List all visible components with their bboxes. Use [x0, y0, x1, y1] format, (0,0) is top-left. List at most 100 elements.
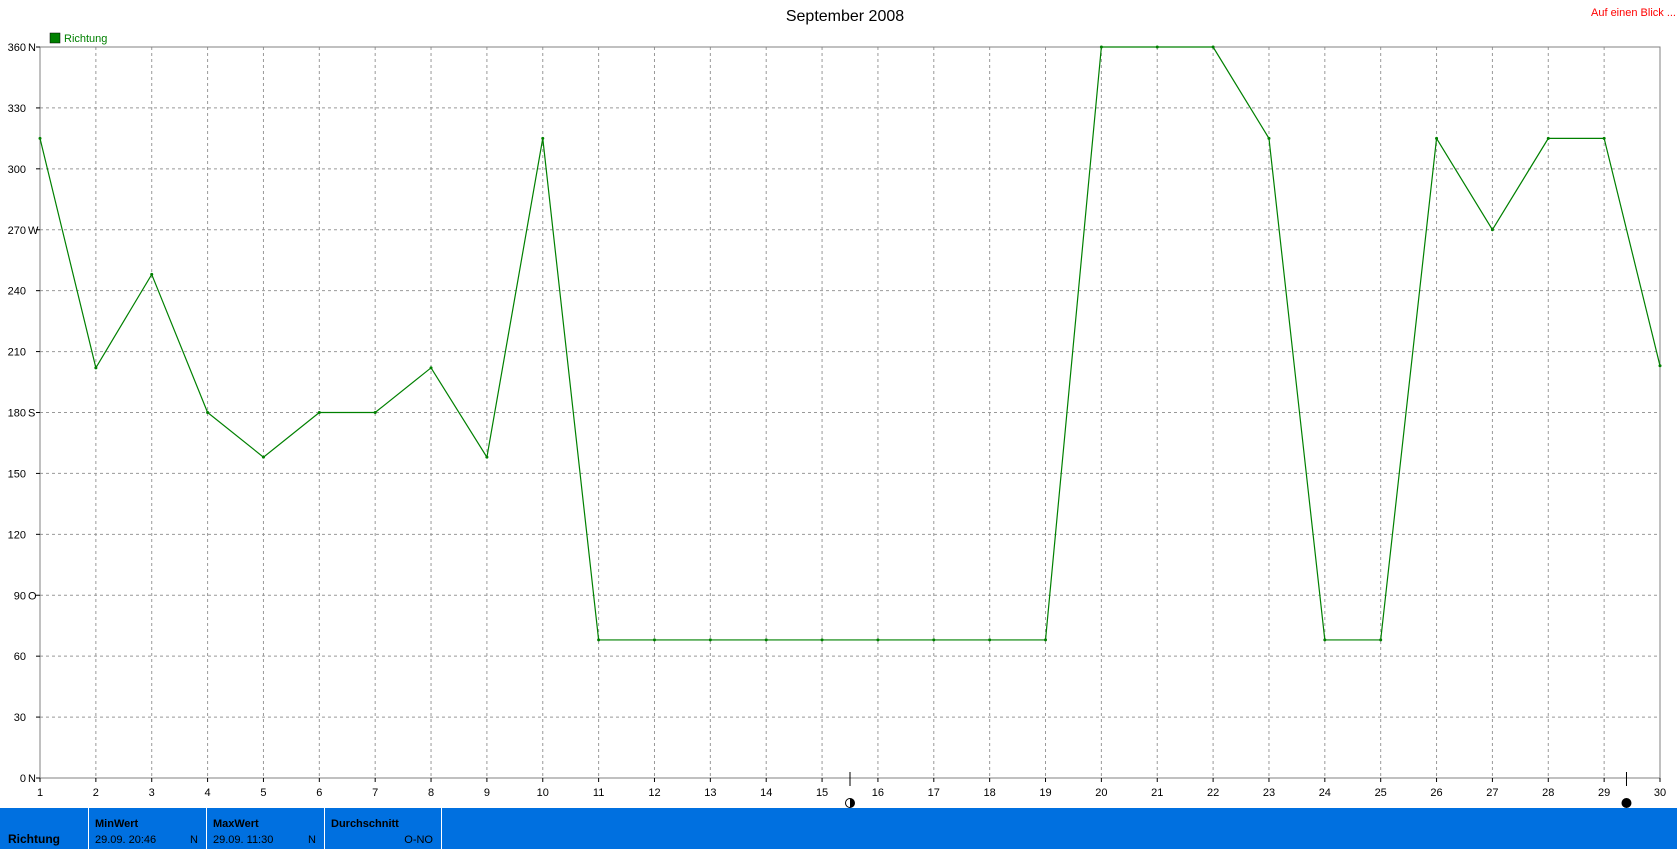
y-tick-direction: W	[28, 225, 39, 237]
y-tick-label: 90	[14, 590, 26, 602]
x-tick-label: 20	[1095, 787, 1107, 799]
stats-max-header: MaxWert	[213, 818, 259, 830]
y-tick-label: 30	[14, 712, 26, 724]
x-tick-label: 22	[1207, 787, 1219, 799]
chart-title: September 2008	[786, 8, 904, 25]
x-tick-label: 7	[372, 787, 378, 799]
stats-min-cell: MinWert 29.09. 20:46 N	[89, 808, 207, 849]
stats-max-cell: MaxWert 29.09. 11:30 N	[207, 808, 325, 849]
data-point	[988, 638, 992, 642]
series-layer	[38, 45, 1662, 642]
stats-row-label-cell: Richtung	[0, 808, 89, 849]
data-point	[541, 136, 545, 140]
stats-max-time: 29.09. 11:30	[213, 834, 274, 846]
data-point	[261, 455, 265, 459]
data-point	[485, 455, 489, 459]
auf-einen-blick-link[interactable]: Auf einen Blick ...	[1591, 7, 1676, 19]
data-point	[820, 638, 824, 642]
y-tick-label: 240	[8, 286, 26, 298]
y-tick-label: 360	[8, 42, 26, 54]
x-tick-label: 5	[260, 787, 266, 799]
data-point	[1155, 45, 1159, 49]
data-point	[652, 638, 656, 642]
data-point	[876, 638, 880, 642]
stats-row-label: Richtung	[8, 832, 60, 846]
x-tick-label: 19	[1039, 787, 1051, 799]
y-tick-label: 330	[8, 103, 26, 115]
x-tick-label: 11	[593, 787, 604, 799]
x-tick-label: 24	[1319, 787, 1331, 799]
y-tick-label: 180	[8, 408, 26, 420]
y-tick-label: 300	[8, 164, 26, 176]
data-point	[932, 638, 936, 642]
stats-max-unit: N	[308, 834, 316, 846]
y-tick-label: 120	[8, 529, 26, 541]
statistics-bar: Richtung MinWert 29.09. 20:46 N MaxWert …	[0, 808, 1677, 849]
data-point	[429, 366, 433, 370]
y-tick-label: 210	[8, 347, 26, 359]
x-tick-label: 18	[984, 787, 996, 799]
stats-avg-cell: Durchschnitt O-NO	[325, 808, 442, 849]
stats-avg-value: O-NO	[404, 834, 433, 846]
x-tick-label: 23	[1263, 787, 1275, 799]
data-point	[94, 366, 98, 370]
x-tick-label: 8	[428, 787, 434, 799]
x-tick-label: 30	[1654, 787, 1666, 799]
stats-min-unit: N	[190, 834, 198, 846]
x-tick-label: 6	[316, 787, 322, 799]
data-point	[1546, 136, 1550, 140]
y-tick-direction: N	[28, 42, 36, 54]
y-tick-direction: N	[28, 773, 36, 785]
data-point	[1658, 364, 1662, 368]
x-tick-label: 14	[760, 787, 772, 799]
x-tick-label: 13	[704, 787, 716, 799]
new-moon-icon	[1621, 798, 1632, 808]
x-axis-ticks: 1 2 3 4 5 6 7 8 9 10 11 12 13 14 15 16 17 18 19 20 21 22 23 24 2…	[37, 778, 1666, 799]
y-tick-label: 60	[14, 651, 26, 663]
data-point	[206, 411, 210, 414]
chart-canvas: 0 N306090 O120150180 S210240270 W300330360 N …	[8, 7, 1676, 808]
series-line-richtung	[39, 46, 1661, 641]
data-point	[150, 272, 154, 276]
x-tick-label: 10	[537, 787, 549, 799]
stats-avg-header: Durchschnitt	[331, 818, 399, 830]
data-point	[1435, 136, 1439, 140]
data-point	[1099, 45, 1103, 49]
x-tick-label: 17	[928, 787, 940, 799]
x-tick-label: 1	[37, 787, 43, 799]
x-tick-label: 27	[1486, 787, 1498, 799]
x-tick-label: 26	[1430, 787, 1442, 799]
x-tick-label: 16	[872, 787, 884, 799]
chart-page: 0 N 30 60 90 O 120 150 180 S 210 240 270 W 300 330 360 N …	[0, 0, 1677, 849]
legend-swatch	[49, 32, 61, 44]
x-tick-label: 2	[93, 787, 99, 799]
data-point	[1379, 638, 1383, 642]
data-point	[317, 411, 321, 414]
moon-phase-markers	[845, 772, 1632, 808]
data-point	[764, 638, 768, 642]
x-tick-label: 28	[1542, 787, 1554, 799]
data-point	[1602, 136, 1606, 140]
data-point	[1211, 45, 1215, 49]
x-tick-label: 29	[1598, 787, 1610, 799]
data-point	[1044, 638, 1048, 642]
data-point	[38, 136, 42, 140]
y-tick-label: 0	[20, 773, 26, 785]
x-tick-label: 12	[648, 787, 660, 799]
data-point	[1323, 638, 1327, 642]
x-tick-label: 21	[1151, 787, 1163, 799]
y-tick-direction: O	[28, 590, 37, 602]
x-tick-label: 9	[484, 787, 490, 799]
x-tick-label: 25	[1375, 787, 1387, 799]
legend-label: Richtung	[64, 33, 107, 45]
y-axis-ticks: 0 N306090 O120150180 S210240270 W300330360 N	[8, 42, 40, 785]
data-point	[597, 638, 601, 642]
y-tick-direction: S	[28, 408, 35, 420]
x-tick-label: 3	[149, 787, 155, 799]
data-point	[373, 411, 377, 414]
data-point	[708, 638, 712, 642]
y-tick-label: 150	[8, 468, 26, 480]
x-tick-label: 15	[816, 787, 828, 799]
y-tick-label: 270	[8, 225, 26, 237]
stats-min-time: 29.09. 20:46	[95, 834, 157, 846]
